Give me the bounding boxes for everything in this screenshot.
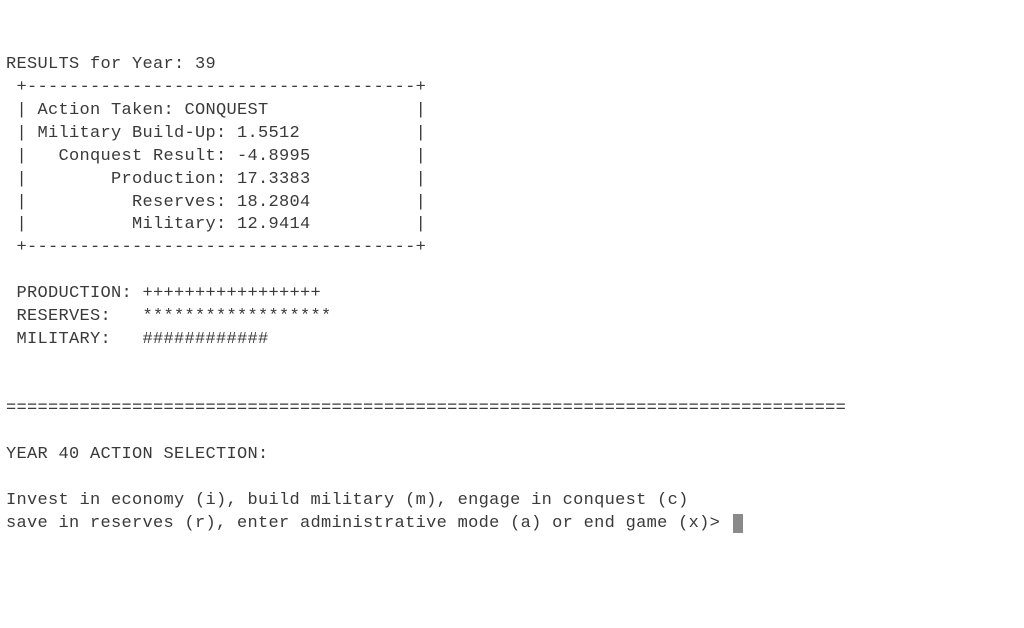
results-row-production: | Production: 17.3383 | [6,170,426,189]
results-row-action-taken: | Action Taken: CONQUEST | [6,101,426,120]
action-options-line2: save in reserves (r), enter administrati… [6,514,731,533]
results-row-reserves: | Reserves: 18.2804 | [6,193,426,212]
bar-reserves-label: RESERVES: [6,307,143,326]
bar-production-label: PRODUCTION: [6,284,143,303]
bar-military-value: ############ [143,330,269,349]
results-header-prefix: RESULTS for Year: [6,55,195,74]
action-selection-prefix: YEAR [6,445,59,464]
results-row-military-buildup: | Military Build-Up: 1.5512 | [6,124,426,143]
results-year: 39 [195,55,216,74]
results-box-bottom: +-------------------------------------+ [6,238,426,257]
action-options-line1: Invest in economy (i), build military (m… [6,491,689,510]
bar-military-label: MILITARY: [6,330,143,349]
prompt-cursor[interactable] [733,514,743,533]
results-box-top: +-------------------------------------+ [6,78,426,97]
action-selection-year: 40 [59,445,80,464]
bar-production-value: +++++++++++++++++ [143,284,322,303]
results-row-conquest-result: | Conquest Result: -4.8995 | [6,147,426,166]
bar-reserves-value: ****************** [143,307,332,326]
action-selection-suffix: ACTION SELECTION: [80,445,269,464]
section-divider: ========================================… [6,399,846,418]
results-row-military: | Military: 12.9414 | [6,215,426,234]
